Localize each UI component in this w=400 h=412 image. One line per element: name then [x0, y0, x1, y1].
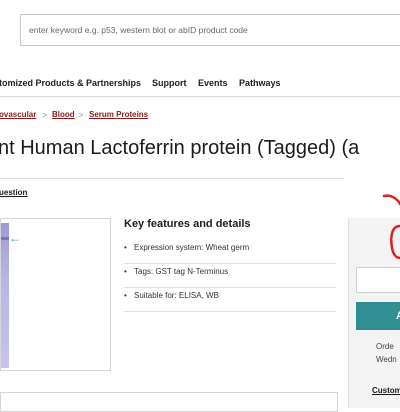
feature-item: • Suitable for: ELISA, WB	[124, 288, 336, 312]
order-info-text: Orde	[376, 342, 394, 351]
add-to-basket-button[interactable]: A	[356, 302, 400, 330]
nav-item-customized-products[interactable]: tomized Products & Partnerships	[0, 78, 141, 88]
content-box	[0, 392, 338, 412]
feature-item: • Tags: GST tag N-Terminus	[124, 264, 336, 288]
feature-item: • Expression system: Wheat germ	[124, 240, 336, 264]
feature-text: Suitable for: ELISA, WB	[134, 291, 219, 300]
feature-text: Expression system: Wheat germ	[134, 243, 250, 252]
main-nav: tomized Products & Partnerships Support …	[0, 70, 400, 96]
nav-item-support[interactable]: Support	[152, 78, 187, 88]
red-annotation-mark	[382, 194, 400, 260]
bullet-icon: •	[124, 267, 127, 276]
product-image[interactable]: ←	[0, 218, 111, 371]
custom-link[interactable]: Custom	[372, 386, 400, 395]
bullet-icon: •	[124, 243, 127, 252]
nav-item-pathways[interactable]: Pathways	[239, 78, 281, 88]
key-features-heading: Key features and details	[124, 218, 251, 230]
breadcrumb-separator: >	[42, 110, 48, 120]
nav-item-events[interactable]: Events	[198, 78, 228, 88]
feature-text: Tags: GST tag N-Terminus	[134, 267, 229, 276]
breadcrumb-separator: >	[78, 110, 84, 120]
arrow-left-icon: ←	[9, 231, 21, 245]
gel-lane	[1, 223, 9, 368]
bullet-icon: •	[124, 291, 127, 300]
page-title: nt Human Lactoferrin protein (Tagged) (a	[0, 137, 360, 159]
ask-question-link[interactable]: uestion	[0, 188, 27, 197]
title-divider	[0, 178, 344, 179]
delivery-day-text: Wedn	[376, 355, 397, 364]
search-input[interactable]	[29, 15, 400, 45]
breadcrumb-blood[interactable]: Blood	[52, 110, 75, 119]
gel-band	[1, 237, 9, 240]
nav-divider	[0, 96, 400, 97]
search-bar	[20, 14, 400, 46]
breadcrumb-cardiovascular[interactable]: ovascular	[0, 110, 36, 119]
breadcrumb-serum-proteins[interactable]: Serum Proteins	[89, 110, 148, 119]
size-select[interactable]	[356, 267, 400, 293]
